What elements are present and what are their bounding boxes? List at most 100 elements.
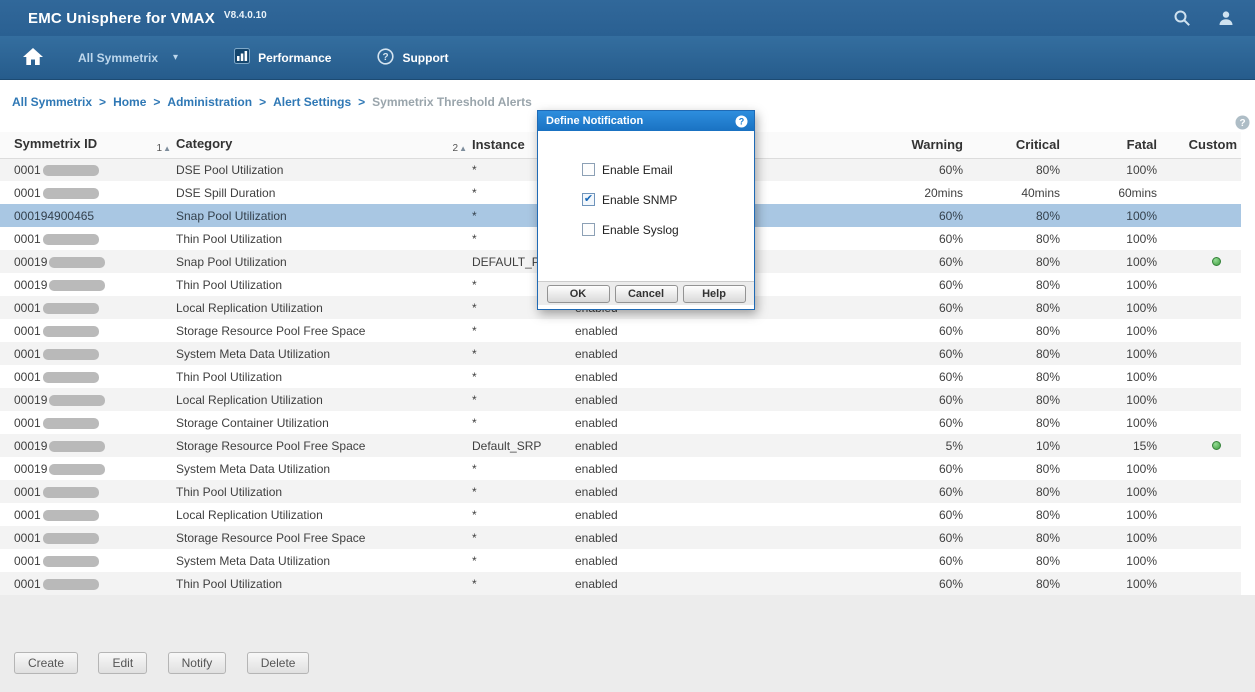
home-icon <box>22 47 44 69</box>
page-help-icon[interactable]: ? <box>1235 115 1250 135</box>
critical-cell: 80% <box>963 273 1060 296</box>
symmetrix-id-text: 00019 <box>14 278 47 292</box>
enabled-cell: enabled <box>575 572 770 595</box>
symmetrix-id-text: 0001 <box>14 301 41 315</box>
symmetrix-id-cell: 00019 <box>0 457 176 480</box>
critical-cell: 80% <box>963 572 1060 595</box>
category-cell: Storage Resource Pool Free Space <box>176 434 472 457</box>
support-nav-button[interactable]: ? Support <box>377 48 448 68</box>
redacted-id-blob <box>43 579 99 590</box>
performance-nav-button[interactable]: Performance <box>234 48 331 67</box>
breadcrumb-separator: > <box>153 95 160 109</box>
dialog-title: Define Notification <box>546 115 643 127</box>
table-row[interactable]: 00019Storage Resource Pool Free SpaceDef… <box>0 434 1241 457</box>
enabled-cell: enabled <box>575 319 770 342</box>
symmetrix-id-text: 000194900465 <box>14 209 94 223</box>
fatal-cell: 100% <box>1060 319 1157 342</box>
warning-cell: 60% <box>770 365 963 388</box>
redacted-id-blob <box>43 349 99 360</box>
notification-option[interactable]: ✔Enable SNMP <box>582 193 754 206</box>
fatal-cell: 100% <box>1060 365 1157 388</box>
table-row[interactable]: 0001Storage Resource Pool Free Space*ena… <box>0 319 1241 342</box>
all-symmetrix-dropdown[interactable]: All Symmetrix ▾ <box>78 51 178 65</box>
custom-cell <box>1157 181 1241 204</box>
home-button[interactable] <box>22 47 44 69</box>
warning-cell: 60% <box>770 549 963 572</box>
fatal-cell: 100% <box>1060 572 1157 595</box>
warning-cell: 60% <box>770 457 963 480</box>
warning-cell: 60% <box>770 526 963 549</box>
ok-button[interactable]: OK <box>547 285 610 303</box>
all-symmetrix-label: All Symmetrix <box>78 51 158 65</box>
table-row[interactable]: 0001System Meta Data Utilization*enabled… <box>0 342 1241 365</box>
column-header-warning[interactable]: Warning <box>770 132 963 158</box>
create-button[interactable]: Create <box>14 652 78 674</box>
table-row[interactable]: 00019System Meta Data Utilization*enable… <box>0 457 1241 480</box>
breadcrumb-administration[interactable]: Administration <box>167 95 252 109</box>
table-row[interactable]: 0001System Meta Data Utilization*enabled… <box>0 549 1241 572</box>
dialog-titlebar[interactable]: Define Notification ? <box>538 111 754 131</box>
cancel-button[interactable]: Cancel <box>615 285 678 303</box>
critical-cell: 80% <box>963 342 1060 365</box>
symmetrix-id-cell: 0001 <box>0 365 176 388</box>
critical-cell: 80% <box>963 158 1060 181</box>
column-header-critical[interactable]: Critical <box>963 132 1060 158</box>
table-row[interactable]: 00019Local Replication Utilization*enabl… <box>0 388 1241 411</box>
edit-button[interactable]: Edit <box>98 652 147 674</box>
delete-button[interactable]: Delete <box>247 652 310 674</box>
column-header-symmetrix-id[interactable]: 1▲ Symmetrix ID <box>0 132 176 158</box>
fatal-cell: 100% <box>1060 273 1157 296</box>
custom-cell <box>1157 204 1241 227</box>
help-button[interactable]: Help <box>683 285 746 303</box>
symmetrix-id-cell: 0001 <box>0 549 176 572</box>
notify-button[interactable]: Notify <box>168 652 227 674</box>
enabled-cell: enabled <box>575 365 770 388</box>
symmetrix-id-text: 0001 <box>14 577 41 591</box>
table-row[interactable]: 0001Storage Container Utilization*enable… <box>0 411 1241 434</box>
table-row[interactable]: 0001Thin Pool Utilization*enabled60%80%1… <box>0 365 1241 388</box>
custom-cell <box>1157 342 1241 365</box>
critical-cell: 80% <box>963 503 1060 526</box>
enabled-cell: enabled <box>575 434 770 457</box>
fatal-cell: 100% <box>1060 526 1157 549</box>
svg-text:?: ? <box>383 52 389 63</box>
fatal-cell: 100% <box>1060 250 1157 273</box>
category-cell: Thin Pool Utilization <box>176 365 472 388</box>
custom-cell <box>1157 503 1241 526</box>
custom-cell <box>1157 158 1241 181</box>
table-row[interactable]: 0001Storage Resource Pool Free Space*ena… <box>0 526 1241 549</box>
app-version: V8.4.0.10 <box>224 10 267 21</box>
table-row[interactable]: 0001Local Replication Utilization*enable… <box>0 503 1241 526</box>
fatal-cell: 100% <box>1060 503 1157 526</box>
search-icon[interactable] <box>1173 9 1191 27</box>
symmetrix-id-text: 00019 <box>14 255 47 269</box>
breadcrumb-home[interactable]: Home <box>113 95 146 109</box>
notification-option[interactable]: Enable Syslog <box>582 223 754 236</box>
checkbox-unchecked[interactable] <box>582 163 595 176</box>
critical-cell: 80% <box>963 388 1060 411</box>
column-header-fatal[interactable]: Fatal <box>1060 132 1157 158</box>
checkbox-checked[interactable]: ✔ <box>582 193 595 206</box>
fatal-cell: 100% <box>1060 480 1157 503</box>
table-row[interactable]: 0001Thin Pool Utilization*enabled60%80%1… <box>0 480 1241 503</box>
notification-option[interactable]: Enable Email <box>582 163 754 176</box>
fatal-cell: 60mins <box>1060 181 1157 204</box>
symmetrix-id-text: 0001 <box>14 163 41 177</box>
table-row[interactable]: 0001Thin Pool Utilization*enabled60%80%1… <box>0 572 1241 595</box>
user-icon[interactable] <box>1217 9 1235 27</box>
dialog-help-icon[interactable]: ? <box>735 115 748 128</box>
symmetrix-id-cell: 00019 <box>0 388 176 411</box>
symmetrix-id-text: 0001 <box>14 347 41 361</box>
custom-cell <box>1157 549 1241 572</box>
symmetrix-id-cell: 0001 <box>0 342 176 365</box>
custom-cell <box>1157 526 1241 549</box>
warning-cell: 60% <box>770 273 963 296</box>
breadcrumb-all-symmetrix[interactable]: All Symmetrix <box>12 95 92 109</box>
column-header-custom[interactable]: Custom <box>1157 132 1241 158</box>
checkbox-unchecked[interactable] <box>582 223 595 236</box>
breadcrumb-alert-settings[interactable]: Alert Settings <box>273 95 351 109</box>
column-header-category[interactable]: 2▲ Category <box>176 132 472 158</box>
instance-cell: * <box>472 503 575 526</box>
fatal-cell: 100% <box>1060 457 1157 480</box>
main-nav: All Symmetrix ▾ Performance ? Support <box>0 36 1255 80</box>
